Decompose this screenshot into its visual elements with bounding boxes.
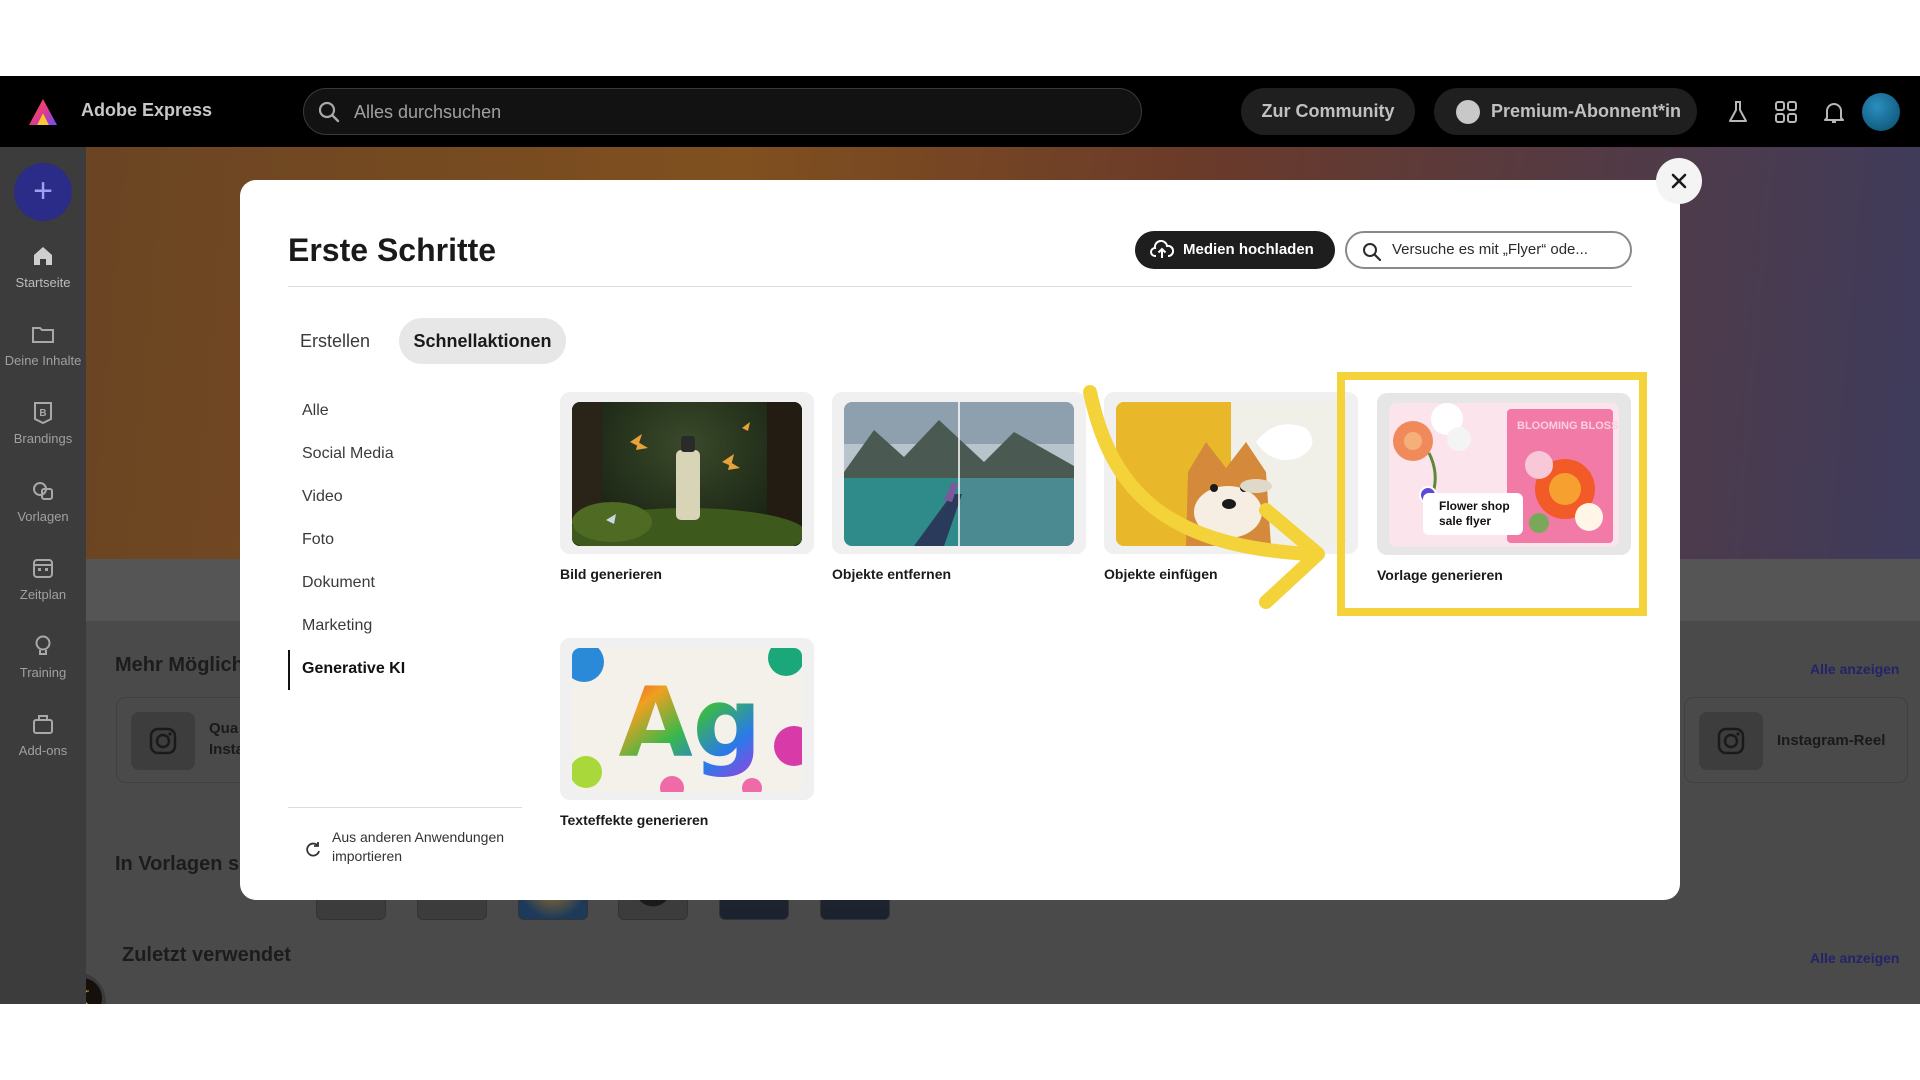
instagram-icon-tile bbox=[1699, 712, 1763, 770]
search-icon bbox=[1363, 243, 1382, 262]
apps-grid-icon[interactable] bbox=[1772, 98, 1800, 126]
lake-kayak-image bbox=[844, 402, 1074, 546]
templates-search-heading: In Vorlagen su bbox=[115, 853, 252, 875]
calendar-icon bbox=[33, 559, 53, 578]
sidebar-item-brandings[interactable]: B Brandings bbox=[0, 399, 86, 446]
global-search-input[interactable]: Alles durchsuchen bbox=[303, 88, 1142, 135]
cloud-upload-icon bbox=[1150, 240, 1174, 258]
instagram-icon bbox=[1717, 727, 1745, 755]
tab-create[interactable]: Erstellen bbox=[295, 318, 375, 364]
crown-icon bbox=[1456, 100, 1480, 124]
sidebar-item-addons[interactable]: Add-ons bbox=[0, 711, 86, 758]
top-bar: Adobe Express Alles durchsuchen Zur Comm… bbox=[0, 76, 1920, 147]
sidebar-item-home[interactable]: Startseite bbox=[0, 243, 86, 290]
user-avatar[interactable] bbox=[1862, 93, 1900, 131]
search-placeholder: Alles durchsuchen bbox=[354, 102, 502, 122]
card-image-frame: Ag bbox=[560, 638, 814, 800]
community-button[interactable]: Zur Community bbox=[1241, 88, 1415, 135]
sidebar-item-label: Add-ons bbox=[18, 743, 68, 758]
quick-action-card-instagram-reel[interactable]: Instagram-Reel bbox=[1684, 697, 1908, 783]
category-generative-ai[interactable]: Generative KI bbox=[302, 660, 405, 678]
card-label: Texteffekte generieren bbox=[560, 812, 709, 828]
upload-media-button[interactable]: Medien hochladen bbox=[1135, 231, 1335, 269]
app-frame: Adobe Express Alles durchsuchen Zur Comm… bbox=[0, 76, 1920, 1004]
dialog-title: Erste Schritte bbox=[288, 232, 497, 268]
close-icon bbox=[1671, 173, 1687, 189]
more-options-heading: Mehr Möglich bbox=[115, 654, 244, 676]
sidebar-item-label: Deine Inhalte bbox=[4, 353, 82, 368]
active-category-indicator bbox=[288, 650, 290, 690]
sidebar-item-label: Training bbox=[19, 665, 67, 680]
tab-quick-actions[interactable]: Schnellaktionen bbox=[399, 318, 566, 364]
quick-action-generate-text-effects[interactable]: Ag Texteffekte generieren bbox=[560, 638, 814, 828]
category-social-media[interactable]: Social Media bbox=[302, 445, 394, 463]
beaker-icon[interactable] bbox=[1724, 98, 1752, 126]
card-label: Qua Insta bbox=[209, 720, 245, 758]
forest-bottle-illustration bbox=[572, 402, 802, 546]
app-title: Adobe Express bbox=[81, 100, 213, 120]
card-label: Vorlage generieren bbox=[1377, 567, 1503, 583]
bell-icon[interactable] bbox=[1820, 98, 1848, 126]
category-marketing[interactable]: Marketing bbox=[302, 617, 372, 635]
card-image-frame bbox=[832, 392, 1086, 554]
sidebar-item-schedule[interactable]: Zeitplan bbox=[0, 555, 86, 602]
lake-kayak-illustration bbox=[844, 402, 1074, 546]
card-label: Objekte entfernen bbox=[832, 566, 952, 582]
premium-button[interactable]: Premium-Abonnent*in bbox=[1434, 88, 1697, 135]
instagram-icon bbox=[149, 727, 177, 755]
category-photo[interactable]: Foto bbox=[302, 531, 334, 549]
quick-action-generate-template[interactable]: BLOOMING BLOSSOM SALE Flower shop sale f… bbox=[1377, 393, 1631, 583]
card-label: Instagram-Reel bbox=[1777, 732, 1886, 749]
see-all-link[interactable]: Alle anzeigen bbox=[1810, 661, 1899, 677]
dialog-divider bbox=[288, 286, 1632, 287]
home-icon bbox=[34, 247, 52, 265]
sidebar-item-label: Brandings bbox=[13, 431, 73, 446]
sidebar-item-label: Zeitplan bbox=[19, 587, 67, 602]
yarn-letters-image: Ag bbox=[572, 648, 802, 792]
category-document[interactable]: Dokument bbox=[302, 574, 375, 592]
sidebar-divider bbox=[288, 807, 522, 808]
sidebar-item-training[interactable]: Training bbox=[0, 633, 86, 680]
upload-media-label: Medien hochladen bbox=[1183, 241, 1314, 258]
dialog-search-input[interactable]: Versuche es mit „Flyer“ ode... bbox=[1345, 231, 1632, 269]
left-sidebar: + Startseite Deine Inhalte B Brandings V… bbox=[0, 147, 86, 1004]
sidebar-item-templates[interactable]: Vorlagen bbox=[0, 477, 86, 524]
premium-label: Premium-Abonnent*in bbox=[1491, 101, 1682, 121]
close-dialog-button[interactable] bbox=[1656, 158, 1702, 204]
card-label: Bild generieren bbox=[560, 566, 662, 582]
import-icon bbox=[306, 842, 320, 857]
sidebar-item-label: Startseite bbox=[15, 275, 71, 290]
quick-action-remove-objects[interactable]: Objekte entfernen bbox=[832, 392, 1086, 582]
brand-icon: B bbox=[34, 402, 52, 425]
sidebar-item-your-content[interactable]: Deine Inhalte bbox=[0, 321, 86, 368]
category-all[interactable]: Alle bbox=[302, 402, 329, 420]
category-video[interactable]: Video bbox=[302, 488, 343, 506]
lightbulb-icon bbox=[35, 635, 51, 655]
import-from-apps-link[interactable]: Aus anderen Anwendungen importieren bbox=[332, 828, 512, 866]
adobe-express-logo[interactable] bbox=[28, 98, 58, 126]
quick-action-generate-image[interactable]: Bild generieren bbox=[560, 392, 814, 582]
svg-text:B: B bbox=[39, 408, 46, 419]
forest-bottle-image bbox=[572, 402, 802, 546]
flower-flyer-image: BLOOMING BLOSSOM SALE Flower shop sale f… bbox=[1389, 403, 1619, 547]
folder-icon bbox=[32, 327, 54, 343]
dialog-search-placeholder: Versuche es mit „Flyer“ ode... bbox=[1392, 241, 1588, 258]
recently-used-heading: Zuletzt verwendet bbox=[122, 944, 291, 966]
see-all-link-recent[interactable]: Alle anzeigen bbox=[1810, 950, 1899, 966]
instagram-icon-tile bbox=[131, 712, 195, 770]
flyer-title-text: BLOOMING BLOSSOM SALE bbox=[1517, 420, 1619, 432]
card-image-frame bbox=[560, 392, 814, 554]
yarn-letters-illustration: Ag bbox=[572, 648, 802, 792]
sample-text: Ag bbox=[618, 667, 761, 779]
templates-icon bbox=[33, 482, 53, 500]
create-new-button[interactable]: + bbox=[14, 163, 72, 221]
card-image-frame: BLOOMING BLOSSOM SALE Flower shop sale f… bbox=[1377, 393, 1631, 555]
prompt-chip: Flower shop sale flyer bbox=[1423, 493, 1523, 535]
search-icon bbox=[318, 101, 340, 123]
addons-icon bbox=[33, 715, 53, 734]
sidebar-item-label: Vorlagen bbox=[17, 509, 69, 524]
tutorial-arrow-icon bbox=[1083, 385, 1325, 609]
